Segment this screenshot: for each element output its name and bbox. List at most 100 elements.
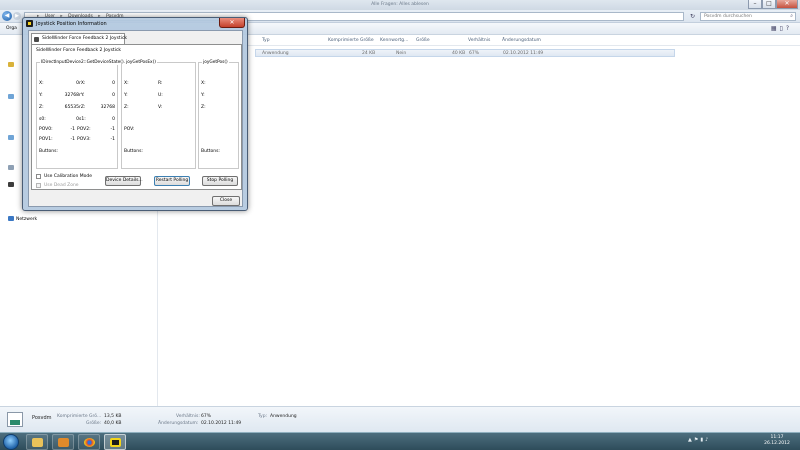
cell-compressed: 24 KB xyxy=(362,51,376,56)
state-value: -1 xyxy=(110,127,116,132)
deadzone-label: Use Dead Zone xyxy=(44,183,79,188)
pov-label: POV: xyxy=(124,127,135,132)
buttons-label: Buttons: xyxy=(124,149,143,154)
libraries-icon xyxy=(8,94,14,99)
state-value: 0 xyxy=(76,117,79,122)
tab-device[interactable]: SideWinder Force Feedback 2 Joystick xyxy=(31,33,128,44)
state-label: POV2: xyxy=(77,127,91,132)
taskbar-joystick-app[interactable] xyxy=(104,434,126,450)
posex-label: U: xyxy=(158,93,163,98)
state-value: 32768 xyxy=(64,93,79,98)
state-label: rZ: xyxy=(79,105,86,110)
cell-size: 40 KB xyxy=(452,51,466,56)
joystick-icon xyxy=(110,438,121,447)
buttons-label: Buttons: xyxy=(39,149,58,154)
details-size-label: Größe: xyxy=(86,421,102,426)
device-name: SideWinder Force Feedback 2 Joystick xyxy=(36,48,122,53)
media-player-icon xyxy=(58,438,69,447)
posex-label: X: xyxy=(124,81,129,86)
tab-label: SideWinder Force Feedback 2 Joystick xyxy=(42,36,128,41)
pos-label: Z: xyxy=(201,105,206,110)
column-ratio[interactable]: Verhältnis xyxy=(468,38,490,43)
posex-label: Y: xyxy=(124,93,128,98)
forward-button[interactable]: ▶ xyxy=(13,12,21,20)
start-button[interactable] xyxy=(3,434,19,450)
state-value: 0 xyxy=(112,117,115,122)
joystick-dialog: Joystick Position Information ✕ SideWind… xyxy=(22,17,248,211)
minimize-button[interactable]: – xyxy=(748,0,762,9)
drive-icon xyxy=(8,182,14,187)
tab-panel: SideWinder Force Feedback 2 Joystick IDi… xyxy=(31,44,242,190)
search-placeholder: Posvdm durchsuchen xyxy=(704,14,752,19)
nav-item-network[interactable]: Netzwerk xyxy=(8,216,37,222)
device-details-button[interactable]: Device Details... xyxy=(105,176,143,186)
details-ratio-value: 67% xyxy=(201,414,212,419)
state-value: 32768 xyxy=(100,105,115,110)
deadzone-checkbox[interactable] xyxy=(36,183,41,188)
state-value: -1 xyxy=(110,137,116,142)
favorites-icon xyxy=(8,62,14,67)
state-label: Z: xyxy=(39,105,44,110)
refresh-icon[interactable]: ↻ xyxy=(688,12,697,21)
cell-password: Nein xyxy=(396,51,407,56)
posex-label: V: xyxy=(158,105,163,110)
details-compressed-label: Komprimierte Grö... xyxy=(57,414,102,419)
state-label: POV1: xyxy=(39,137,53,142)
taskbar-media-player[interactable] xyxy=(52,434,74,450)
posex-label: Z: xyxy=(124,105,129,110)
clock[interactable]: 11:17 26.12.2012 xyxy=(760,435,794,447)
system-tray[interactable]: ▲⚑▮♪ xyxy=(688,437,710,443)
close-dialog-button[interactable]: Close xyxy=(212,196,240,206)
search-input[interactable]: Posvdm durchsuchen ⌕ xyxy=(700,12,796,21)
state-label: s1: xyxy=(79,117,86,122)
help-icon[interactable]: ? xyxy=(786,25,792,32)
details-type-value: Anwendung xyxy=(270,414,297,419)
explorer-titlebar[interactable]: Alle Fragen: Alles ablesen – □ ✕ xyxy=(0,0,800,10)
group-get-device-state: IDirectInputDevice2::GetDeviceState() X:… xyxy=(36,60,125,169)
column-modified[interactable]: Änderungsdatum xyxy=(502,38,541,43)
details-compressed-value: 13,5 KB xyxy=(104,414,122,419)
back-button[interactable]: ◀ xyxy=(2,11,12,21)
state-label: X: xyxy=(39,81,44,86)
taskbar-explorer[interactable] xyxy=(26,434,48,450)
clock-date: 26.12.2012 xyxy=(764,441,790,446)
nav-item-label: Netzwerk xyxy=(16,217,38,222)
view-options[interactable]: ▦▯? xyxy=(771,25,792,32)
state-value: 65535 xyxy=(64,105,79,110)
taskbar-chrome[interactable] xyxy=(78,434,100,450)
state-label: POV0: xyxy=(39,127,53,132)
file-icon xyxy=(7,412,23,427)
view-icon[interactable]: ▦ xyxy=(771,25,780,32)
details-modified-label: Änderungsdatum: xyxy=(158,421,199,426)
posex-label: R: xyxy=(158,81,163,86)
close-button[interactable]: ✕ xyxy=(219,18,245,28)
details-modified-value: 02.10.2012 11:49 xyxy=(201,421,242,426)
search-icon: ⌕ xyxy=(790,13,793,19)
state-value: -1 xyxy=(70,127,76,132)
close-button[interactable]: ✕ xyxy=(776,0,798,9)
stop-polling-button[interactable]: Stop Polling xyxy=(202,176,238,186)
calibration-label: Use Calibration Mode xyxy=(44,174,93,179)
buttons-label: Buttons: xyxy=(201,149,220,154)
calibration-checkbox[interactable] xyxy=(36,174,41,179)
state-value: 0 xyxy=(76,81,79,86)
group-joy-get-pos: joyGetPos() X: Y: Z: Buttons: xyxy=(198,60,239,169)
details-size-value: 40,0 KB xyxy=(104,421,122,426)
details-ratio-label: Verhältnis: xyxy=(176,414,200,419)
maximize-button[interactable]: □ xyxy=(762,0,776,9)
state-value: 0 xyxy=(112,93,115,98)
organize-button[interactable]: Orga xyxy=(6,26,17,31)
volume-icon[interactable]: ♪ xyxy=(705,437,710,443)
file-list: Typ Komprimierte Größe Kennwortg... Größ… xyxy=(158,35,800,406)
column-compressed-size[interactable]: Komprimierte Größe xyxy=(328,38,374,43)
file-row[interactable]: Anwendung 24 KB Nein 40 KB 67% 02.10.201… xyxy=(255,49,675,57)
state-label: Y: xyxy=(39,93,43,98)
column-size[interactable]: Größe xyxy=(416,38,430,43)
column-password[interactable]: Kennwortg... xyxy=(380,38,408,43)
column-type[interactable]: Typ xyxy=(262,38,270,43)
dialog-title: Joystick Position Information xyxy=(36,21,107,27)
restart-polling-button[interactable]: Restart Polling xyxy=(154,176,190,186)
cell-ratio: 67% xyxy=(469,51,480,56)
state-label: rX: xyxy=(79,81,86,86)
group-title: joyGetPosEx() xyxy=(125,60,157,65)
